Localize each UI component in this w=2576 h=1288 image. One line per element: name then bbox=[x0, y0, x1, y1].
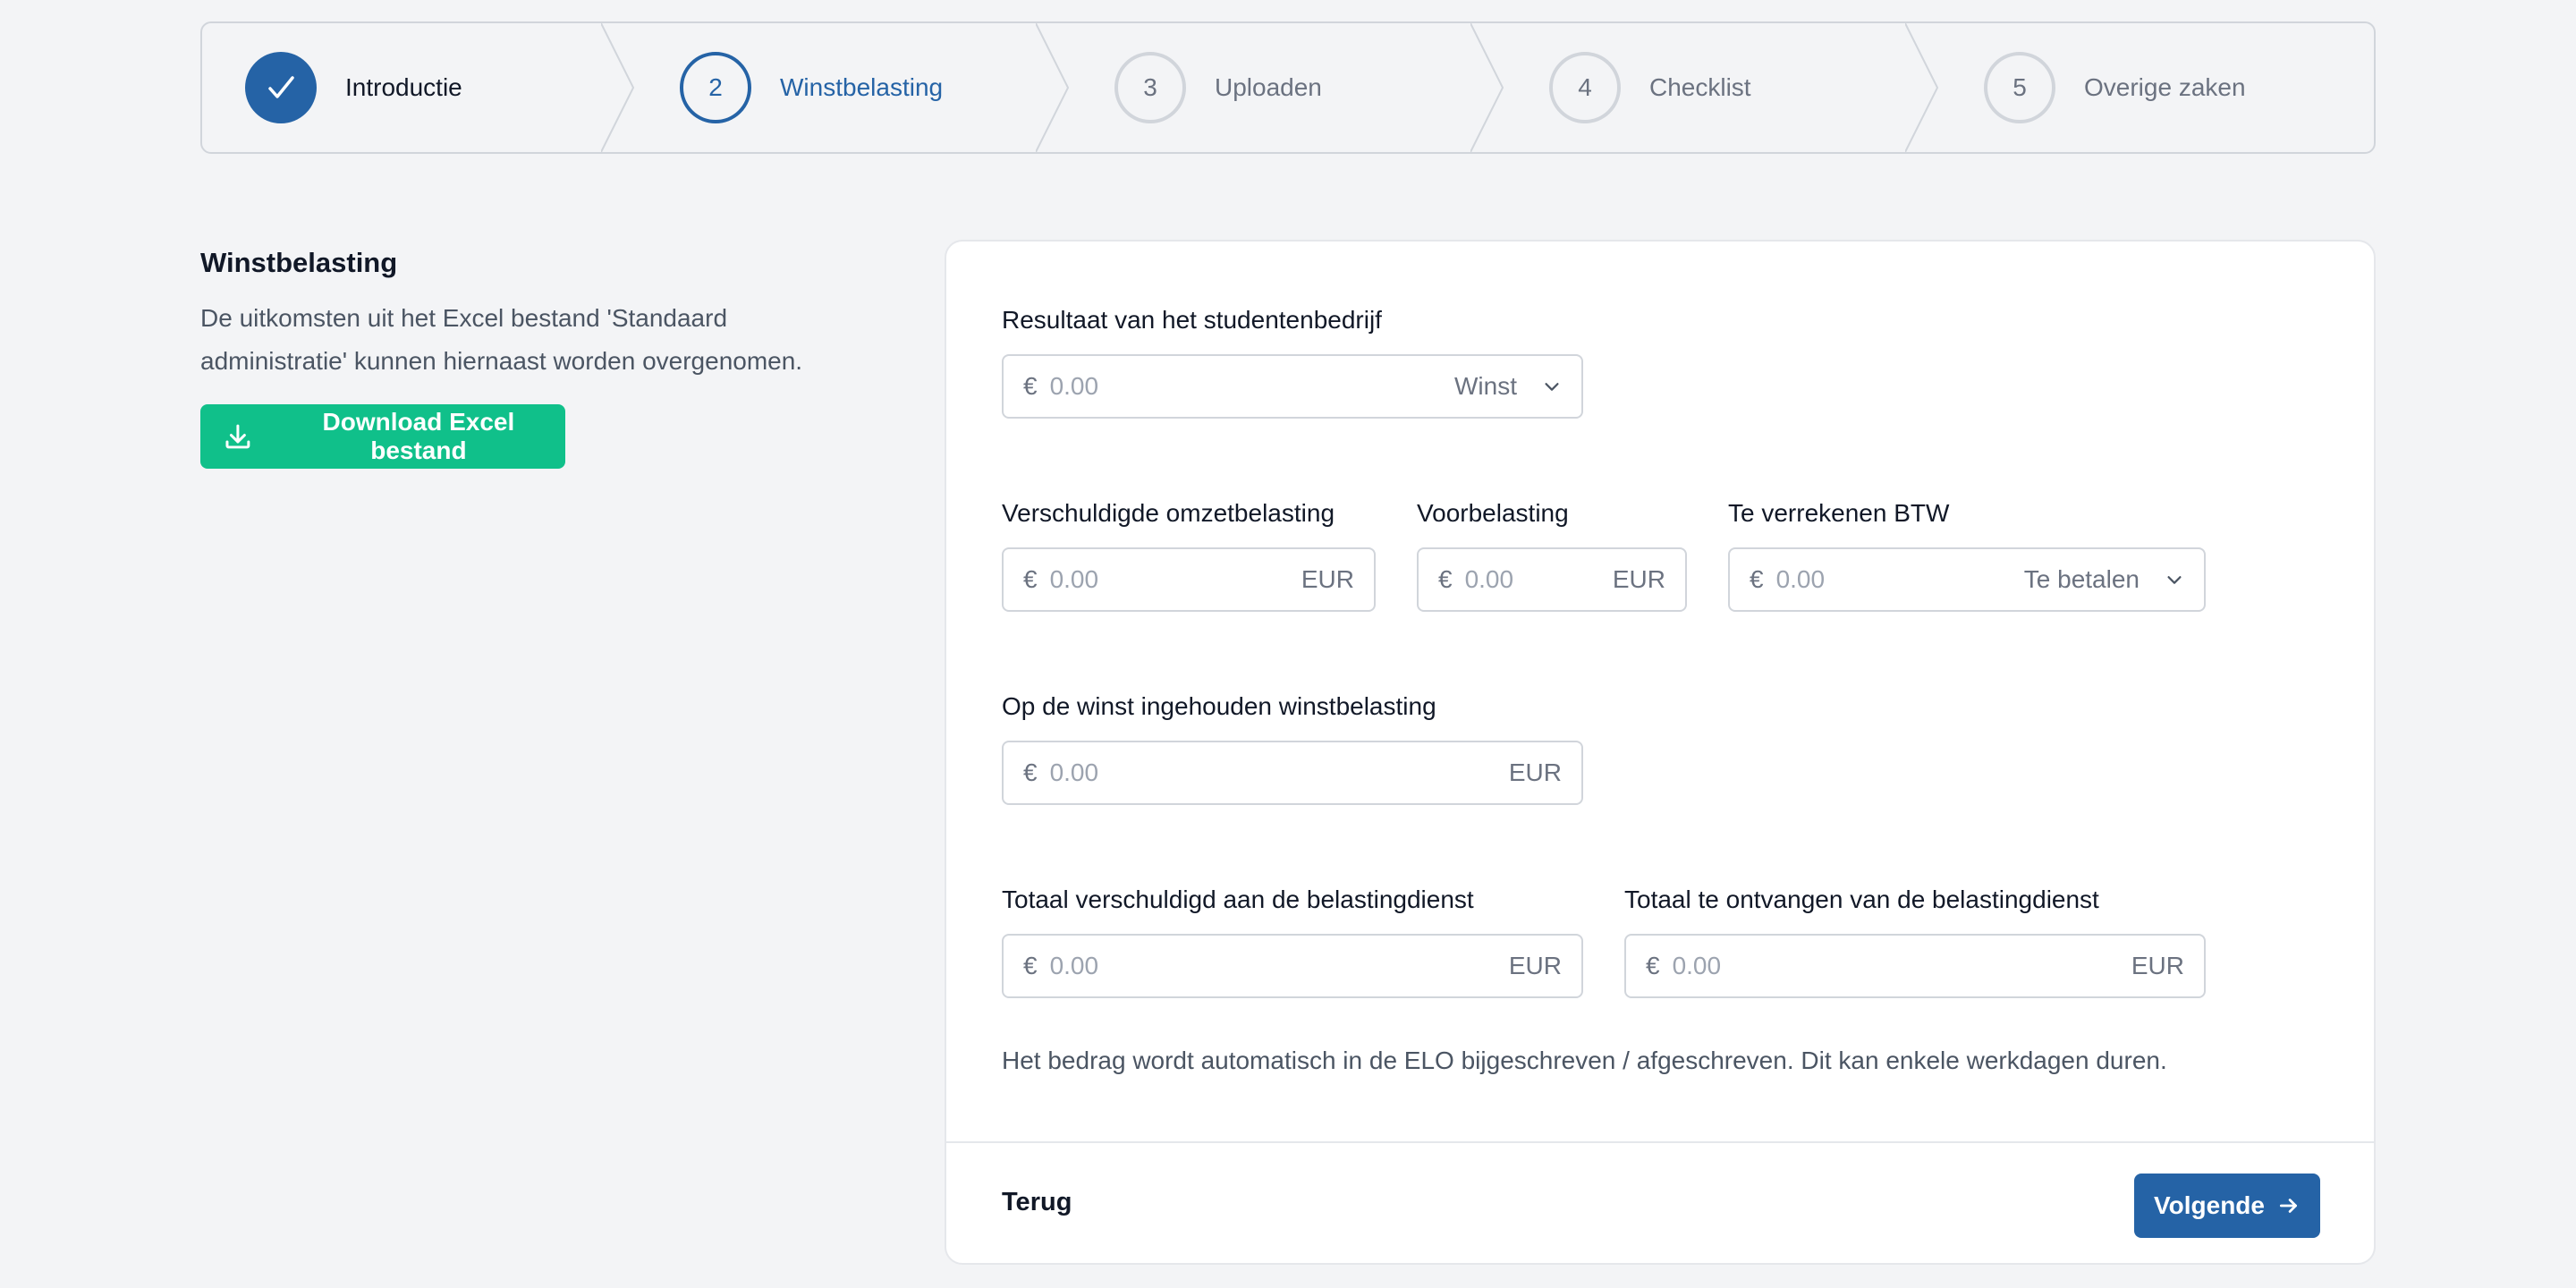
step-label: Overige zaken bbox=[2084, 73, 2246, 101]
select-value: Te betalen bbox=[2023, 565, 2140, 593]
step-separator-chevron bbox=[1905, 23, 1939, 152]
unit-label: EUR bbox=[1301, 565, 1354, 593]
btw-input[interactable]: 0.00 bbox=[1776, 565, 2024, 594]
unit-label: EUR bbox=[1612, 565, 1665, 593]
verschuldigd-field[interactable]: € 0.00 EUR bbox=[1002, 934, 1583, 998]
resultaat-label: Resultaat van het studentenbedrijf bbox=[1002, 306, 1382, 334]
step-separator-chevron bbox=[1470, 23, 1504, 152]
step-introductie[interactable]: Introductie bbox=[202, 23, 637, 152]
omzetbelasting-input[interactable]: 0.00 bbox=[1050, 565, 1301, 594]
step-label: Uploaden bbox=[1215, 73, 1322, 101]
ontvangen-input[interactable]: 0.00 bbox=[1673, 952, 2131, 980]
step-separator-chevron bbox=[601, 23, 635, 152]
download-label: Download Excel bestand bbox=[322, 408, 515, 464]
section-description: De uitkomsten uit het Excel bestand 'Sta… bbox=[200, 304, 803, 375]
intro-section: Winstbelasting De uitkomsten uit het Exc… bbox=[200, 247, 880, 383]
verschuldigd-label: Totaal verschuldigd aan de belastingdien… bbox=[1002, 886, 1474, 913]
voorbelasting-label: Voorbelasting bbox=[1417, 499, 1569, 527]
verschuldigd-input[interactable]: 0.00 bbox=[1050, 952, 1509, 980]
step-winstbelasting[interactable]: 2 Winstbelasting bbox=[637, 23, 1072, 152]
currency-symbol: € bbox=[1023, 952, 1038, 979]
currency-symbol: € bbox=[1646, 952, 1660, 979]
step-label: Checklist bbox=[1649, 73, 1751, 101]
download-excel-button[interactable]: Download Excel bestand bbox=[200, 404, 565, 469]
next-button[interactable]: Volgende bbox=[2134, 1174, 2320, 1238]
resultaat-field[interactable]: € 0.00 Winst bbox=[1002, 354, 1583, 419]
step-label: Introductie bbox=[345, 73, 462, 101]
chevron-down-icon bbox=[1545, 383, 1559, 391]
winstbelasting-form-card: Resultaat van het studentenbedrijf € 0.0… bbox=[945, 240, 2376, 1265]
next-label: Volgende bbox=[2154, 1191, 2265, 1219]
ingehouden-input[interactable]: 0.00 bbox=[1050, 758, 1509, 787]
step-number: 2 bbox=[680, 52, 751, 123]
unit-label: EUR bbox=[2131, 952, 2184, 979]
currency-symbol: € bbox=[1750, 565, 1764, 593]
progress-stepper: Introductie 2 Winstbelasting 3 Uploaden … bbox=[200, 21, 2376, 154]
info-note: Het bedrag wordt automatisch in de ELO b… bbox=[1002, 1046, 2167, 1074]
voorbelasting-field[interactable]: € 0.00 EUR bbox=[1417, 547, 1687, 612]
chevron-down-icon bbox=[2167, 576, 2182, 584]
omzetbelasting-label: Verschuldigde omzetbelasting bbox=[1002, 499, 1335, 527]
ingehouden-label: Op de winst ingehouden winstbelasting bbox=[1002, 692, 1436, 720]
btw-label: Te verrekenen BTW bbox=[1728, 499, 1950, 527]
btw-type-select[interactable]: Te betalen bbox=[2024, 565, 2184, 594]
step-number: 5 bbox=[1984, 52, 2055, 123]
step-overige-zaken[interactable]: 5 Overige zaken bbox=[1941, 23, 2374, 152]
step-number: 3 bbox=[1114, 52, 1186, 123]
currency-symbol: € bbox=[1023, 758, 1038, 786]
step-label: Winstbelasting bbox=[780, 73, 944, 101]
step-separator-chevron bbox=[1036, 23, 1070, 152]
btw-field[interactable]: € 0.00 Te betalen bbox=[1728, 547, 2206, 612]
ingehouden-field[interactable]: € 0.00 EUR bbox=[1002, 741, 1583, 805]
currency-symbol: € bbox=[1438, 565, 1453, 593]
resultaat-type-select[interactable]: Winst bbox=[1454, 372, 1562, 401]
omzetbelasting-field[interactable]: € 0.00 EUR bbox=[1002, 547, 1376, 612]
currency-symbol: € bbox=[1023, 372, 1038, 400]
ontvangen-label: Totaal te ontvangen van de belastingdien… bbox=[1624, 886, 2099, 913]
step-uploaden[interactable]: 3 Uploaden bbox=[1072, 23, 1506, 152]
select-value: Winst bbox=[1454, 372, 1517, 400]
currency-symbol: € bbox=[1023, 565, 1038, 593]
step-checklist[interactable]: 4 Checklist bbox=[1506, 23, 1941, 152]
step-complete-check-icon bbox=[245, 52, 317, 123]
page: Introductie 2 Winstbelasting 3 Uploaden … bbox=[0, 0, 2576, 1288]
voorbelasting-input[interactable]: 0.00 bbox=[1465, 565, 1613, 594]
section-title: Winstbelasting bbox=[200, 247, 398, 278]
resultaat-input[interactable]: 0.00 bbox=[1050, 372, 1454, 401]
arrow-right-icon bbox=[2279, 1199, 2297, 1213]
back-button[interactable]: Terug bbox=[1002, 1188, 1072, 1217]
ontvangen-field[interactable]: € 0.00 EUR bbox=[1624, 934, 2206, 998]
unit-label: EUR bbox=[1508, 952, 1562, 979]
download-icon bbox=[225, 424, 250, 449]
step-number: 4 bbox=[1549, 52, 1621, 123]
unit-label: EUR bbox=[1508, 758, 1562, 786]
